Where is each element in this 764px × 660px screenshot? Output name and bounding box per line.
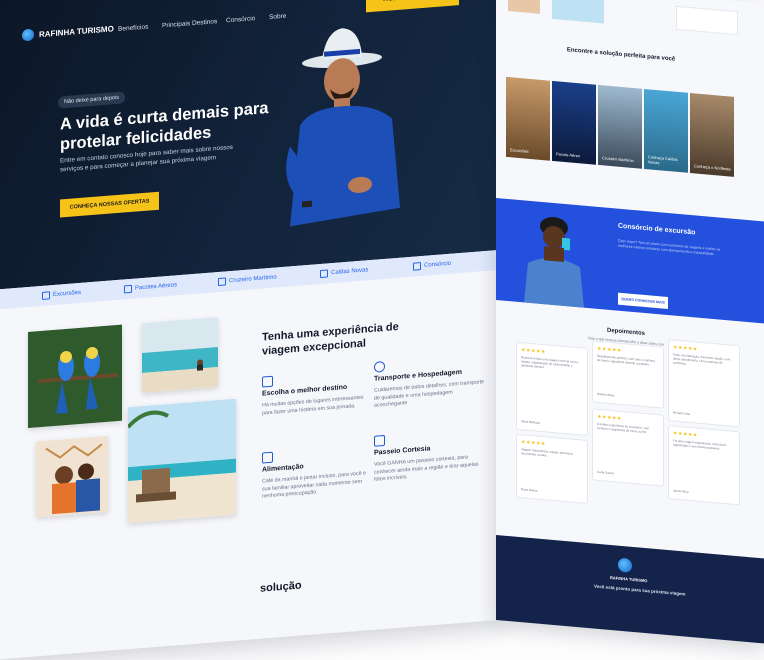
left-page: RAFINHA TURISMO Benefícios Principais De… (0, 0, 500, 660)
stars-rating: ★★★★★ (597, 413, 622, 423)
globe-logo-icon (618, 557, 632, 573)
stars-rating: ★★★★★ (521, 347, 546, 356)
dest-card-label: Cruzeiro Marítimo (602, 155, 634, 164)
feature-text-alimentacao: Café da manhã e jantar incluso, para voc… (262, 470, 366, 500)
dest-card-label: Excursões (510, 147, 529, 154)
service-label: Cruzeiro Marítimo (229, 274, 277, 285)
dest-card-label: Conheça o Nordeste (694, 163, 731, 172)
service-pacotes[interactable]: Pacotes Aéreos (124, 281, 178, 294)
consorcio-button[interactable]: QUERO CONHECER MAIS (618, 292, 668, 310)
footer-text: Você está pronto para sua próxima viagem (594, 583, 686, 597)
brand-name: RAFINHA TURISMO (39, 23, 114, 39)
agendar-agora-button[interactable]: AGENDAR AGORA (366, 0, 459, 13)
globe-logo-icon (22, 28, 34, 42)
gift-icon (374, 434, 385, 447)
testimonial-card: ★★★★★ Foi uma viagem espetacular, muito … (668, 425, 740, 506)
testimonial-name: Carla Souza (597, 469, 614, 476)
solution-heading-partial: solução (260, 579, 302, 595)
ofertas-button[interactable]: CONHEÇA NOSSAS OFERTAS (60, 191, 159, 218)
nav-link-sobre[interactable]: Sobre (269, 13, 286, 21)
stars-rating: ★★★★★ (521, 439, 546, 448)
testimonial-name: Joana Silva (673, 488, 689, 494)
consorcio-section: Consórcio de excursão Quer viajar? Tem u… (496, 198, 764, 324)
umbrella-icon (413, 262, 421, 271)
feature-title-destino: Escolha o melhor destino (262, 383, 348, 398)
family-photo (36, 435, 108, 518)
top-thumb-2 (552, 0, 604, 24)
feature-text-passeio: Você GANHA um passeio cortesia, para con… (374, 454, 479, 483)
dest-card-nordeste[interactable]: Conheça o Nordeste (690, 92, 734, 177)
dest-card-pacote-aereo[interactable]: Pacote Aéreo (552, 80, 596, 165)
restaurant-icon (262, 451, 273, 464)
solution-title: Encontre a solução perfeita para você (566, 47, 676, 63)
service-label: Consórcio (424, 260, 452, 269)
globe-icon (374, 360, 385, 373)
feature-title-transporte: Transporte e Hospedagem (374, 368, 462, 383)
nav-link-beneficios[interactable]: Benefícios (118, 24, 148, 33)
testimonial-name: Rosa Nunes (521, 487, 538, 493)
testimonial-text: Pode vim indicação. Excelente opção, com… (673, 352, 731, 367)
testimonial-name: Sandra Alves (597, 391, 615, 398)
testimonial-text: Simplesmente perfeito, com todo o confor… (597, 353, 656, 367)
testimonial-text: A minha experiência foi excelente, com c… (597, 421, 650, 435)
service-label: Caldas Novas (331, 267, 369, 277)
dest-card-label: Pacote Aéreo (556, 151, 581, 159)
testimonial-card: ★★★★★ Viagem maravilhosa, equipe atencio… (516, 433, 588, 505)
testimonial-name: Renata Lima (673, 410, 691, 416)
dest-card-cruzeiro[interactable]: Cruzeiro Marítimo (598, 84, 642, 169)
testimonial-card: ★★★★★ Simplesmente perfeito, com todo o … (592, 340, 664, 409)
parrots-photo (28, 324, 122, 429)
stars-rating: ★★★★★ (673, 344, 698, 353)
stars-rating: ★★★★★ (597, 345, 622, 355)
hero-person-image (286, 28, 400, 227)
testimonial-text: Viagem maravilhosa, equipe atenciosa, re… (521, 447, 574, 458)
map-icon (262, 375, 273, 388)
right-page: Encontre a solução perfeita para você Ex… (496, 0, 764, 644)
feature-text-destino: Há muitas opções de lugares interessante… (262, 394, 364, 417)
service-caldas[interactable]: Caldas Novas (320, 266, 369, 279)
testimonial-card: ★★★★★ A minha experiência foi excelente,… (592, 408, 664, 487)
woman-phone-image (524, 216, 584, 308)
pool-icon (320, 269, 328, 279)
testimonial-text: Foi uma viagem espetacular, muito bem or… (673, 438, 727, 451)
experience-title: Tenha uma experiência de viagem excepcio… (262, 320, 399, 358)
consorcio-text: Quer viajar? Tem um plano com consórcio … (618, 238, 721, 257)
dest-card-excursoes[interactable]: Excursões (506, 76, 550, 161)
feature-title-passeio: Passeio Cortesia (374, 445, 431, 457)
ship-icon (218, 277, 226, 287)
feature-title-alimentacao: Alimentação (262, 463, 304, 474)
hero-section: RAFINHA TURISMO Benefícios Principais De… (0, 0, 500, 291)
beach-bench-photo (128, 398, 236, 524)
nav-link-destinos[interactable]: Principais Destinos (162, 18, 217, 29)
service-label: Excursões (53, 289, 82, 299)
nav-link-consorcio[interactable]: Consórcio (226, 15, 255, 24)
beach-woman-photo (142, 317, 218, 394)
hero-badge: Não deixe para depois (58, 91, 126, 109)
brand-logo[interactable]: RAFINHA TURISMO (22, 22, 114, 42)
testimonial-text: Nossa tem sido uma viagem incrível com a… (521, 355, 579, 370)
service-label: Pacotes Aéreos (135, 282, 178, 292)
testimonial-card: ★★★★★ Nossa tem sido uma viagem incrível… (516, 341, 588, 437)
service-cruzeiro[interactable]: Cruzeiro Marítimo (218, 273, 277, 287)
service-consorcio[interactable]: Consórcio (413, 260, 451, 271)
bus-icon (42, 291, 50, 300)
service-excursoes[interactable]: Excursões (42, 289, 81, 300)
top-card (676, 5, 738, 36)
top-thumb-1 (508, 0, 540, 14)
testimonial-card: ★★★★★ Pode vim indicação. Excelente opçã… (668, 339, 740, 428)
plane-icon (124, 284, 132, 294)
testimonial-name: Silvia Barbosa (521, 419, 541, 425)
dest-card-label: Conheça Caldas Novas (648, 154, 678, 166)
feature-text-transporte: Cuidaremos de todos detalhes, com transp… (374, 379, 485, 409)
footer-section: RAFINHA TURISMO Você está pronto para su… (496, 535, 764, 644)
consorcio-title: Consórcio de excursão (618, 222, 696, 237)
stars-rating: ★★★★★ (673, 430, 698, 439)
footer-brand: RAFINHA TURISMO (610, 574, 648, 584)
dest-card-caldas-novas[interactable]: Conheça Caldas Novas (644, 88, 688, 173)
